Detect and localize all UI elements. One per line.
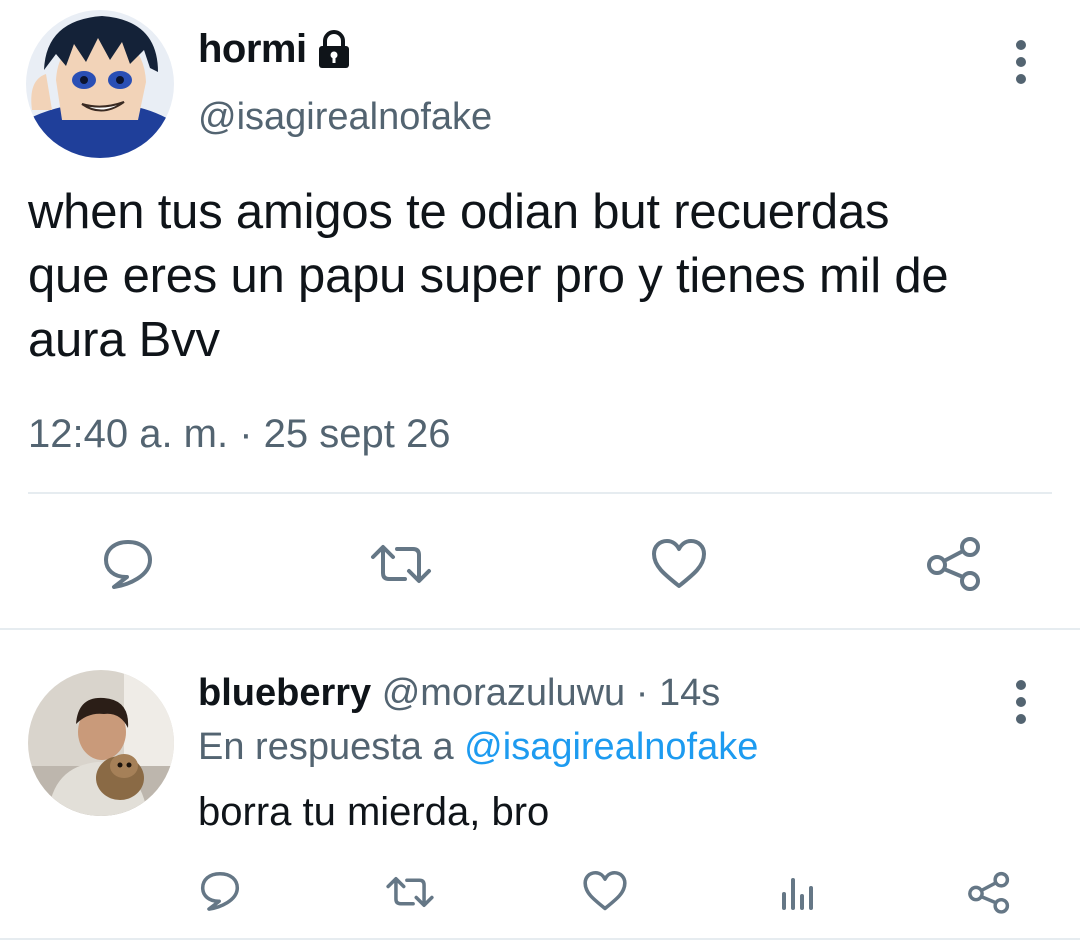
main-tweet: hormi @isagirealnofake when tus amigos t…	[0, 0, 1080, 630]
reply-header: blueberry @morazuluwu · 14s	[198, 672, 720, 715]
tweet-text-line: que eres un papu super pro y tienes mil …	[28, 249, 949, 303]
reply-time[interactable]: 14s	[659, 672, 720, 714]
reply-icon[interactable]	[96, 534, 160, 594]
tweet-text-line: aura Bvv	[28, 313, 220, 367]
reply-like-icon[interactable]	[580, 868, 630, 914]
bottom-separator	[0, 938, 1080, 940]
reply-retweet-icon[interactable]	[384, 870, 436, 914]
analytics-icon[interactable]	[776, 870, 818, 914]
name-row: hormi	[198, 26, 355, 72]
avatar-illustration	[26, 10, 174, 158]
reply-separator: ·	[635, 672, 649, 714]
reply-more-icon[interactable]	[1006, 676, 1036, 728]
reply-mention-link[interactable]: @isagirealnofake	[464, 726, 758, 768]
reply-display-name[interactable]: blueberry	[198, 672, 371, 714]
reply-handle[interactable]: @morazuluwu	[382, 672, 625, 714]
avatar-photo	[28, 670, 174, 816]
reply-context-prefix: En respuesta a	[198, 726, 465, 768]
divider	[28, 492, 1052, 494]
like-icon[interactable]	[648, 534, 710, 594]
reply-avatar[interactable]	[28, 670, 174, 816]
reply-reply-icon[interactable]	[196, 868, 244, 914]
tweet-text: when tus amigos te odian but recuerdas q…	[28, 180, 1058, 372]
tweet-timestamp[interactable]: 12:40 a. m. · 25 sept 26	[28, 412, 450, 457]
reply-share-icon[interactable]	[964, 868, 1014, 916]
reply-text: borra tu mierda, bro	[198, 790, 550, 834]
user-handle[interactable]: @isagirealnofake	[198, 96, 492, 139]
display-name[interactable]: hormi	[198, 27, 307, 72]
tweet-text-line: when tus amigos te odian but recuerdas	[28, 185, 890, 239]
user-avatar[interactable]	[26, 10, 174, 158]
retweet-icon[interactable]	[368, 534, 434, 594]
lock-icon	[313, 28, 355, 70]
share-icon[interactable]	[922, 532, 986, 594]
reply-context: En respuesta a @isagirealnofake	[198, 726, 758, 769]
more-icon[interactable]	[1006, 36, 1036, 88]
reply-tweet[interactable]: blueberry @morazuluwu · 14s En respuesta…	[0, 630, 1080, 940]
